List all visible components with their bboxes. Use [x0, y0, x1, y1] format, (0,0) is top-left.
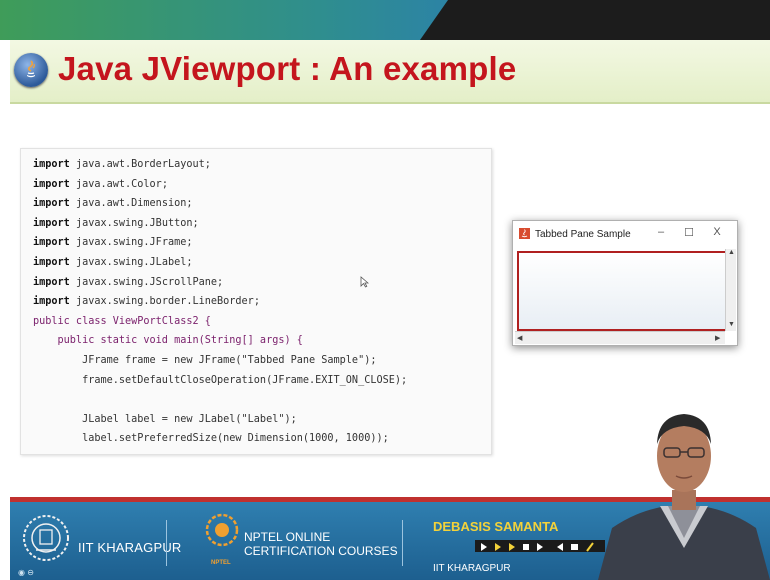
cursor-icon — [360, 276, 369, 288]
code-text: java.awt.BorderLayout; — [69, 159, 211, 170]
close-button[interactable]: X — [709, 226, 725, 238]
nptel-line2: CERTIFICATION COURSES — [244, 544, 398, 558]
code-keyword: import — [33, 159, 70, 170]
maximize-button[interactable]: ☐ — [681, 226, 697, 239]
code-line: import java.awt.Color; — [33, 179, 168, 190]
code-line: import javax.swing.JLabel; — [33, 257, 192, 268]
code-text: javax.swing.JFrame; — [69, 237, 193, 249]
code-keyword: import — [33, 257, 70, 268]
nptel-course-label: NPTEL ONLINE CERTIFICATION COURSES — [244, 530, 398, 558]
code-keyword: import — [33, 237, 70, 249]
footer-mini-controls: ◉ ⊖ — [18, 568, 34, 577]
code-line: import java.awt.BorderLayout; — [33, 159, 211, 170]
code-text: java.awt.Dimension; — [69, 198, 193, 210]
top-banner — [0, 0, 770, 40]
horizontal-scrollbar[interactable]: ◀ ▶ — [515, 331, 725, 344]
code-line: label.setPreferredSize(new Dimension(100… — [33, 433, 389, 444]
nptel-line1: NPTEL ONLINE — [244, 530, 331, 544]
code-keyword: import — [33, 198, 70, 210]
viewport-label-area — [517, 251, 727, 331]
window-title: Tabbed Pane Sample — [535, 229, 631, 240]
code-text: label.setPreferredSize(new Dimension(100… — [33, 433, 389, 445]
code-block: import java.awt.BorderLayout; import java… — [20, 148, 492, 455]
java-window[interactable]: Tabbed Pane Sample – ☐ X ▲ ▼ ◀ ▶ — [512, 220, 738, 346]
speaker-institute: IIT KHARAGPUR — [433, 563, 511, 574]
footer-divider — [166, 520, 167, 566]
code-text: javax.swing.border.LineBorder; — [69, 296, 260, 308]
code-line: import javax.swing.JScrollPane; — [33, 277, 223, 288]
window-titlebar[interactable]: Tabbed Pane Sample – ☐ X — [513, 221, 737, 247]
code-keyword: import — [33, 276, 70, 288]
code-text: public class ViewPortClass2 { — [33, 315, 211, 327]
nptel-small-label: NPTEL — [211, 560, 231, 566]
code-text: JLabel label = new JLabel("Label"); — [33, 413, 297, 425]
iit-logo-icon — [23, 515, 69, 561]
footer-icon-strip — [475, 540, 605, 552]
code-line: import javax.swing.JFrame; — [33, 237, 192, 248]
code-line: frame.setDefaultCloseOperation(JFrame.EX… — [33, 375, 407, 386]
code-text: public static void main(String[] args) { — [33, 335, 303, 347]
scroll-left-icon[interactable]: ◀ — [517, 334, 522, 342]
code-text: javax.swing.JScrollPane; — [69, 276, 224, 288]
scroll-down-icon[interactable]: ▼ — [728, 321, 735, 328]
code-line: import javax.swing.border.LineBorder; — [33, 296, 260, 307]
scroll-up-icon[interactable]: ▲ — [728, 249, 735, 256]
code-line: public class ViewPortClass2 { — [33, 316, 211, 327]
presenter-photo — [598, 414, 770, 580]
vertical-scrollbar[interactable]: ▲ ▼ — [725, 249, 736, 331]
top-banner-teal — [0, 0, 455, 40]
slide-title: Java JViewport : An example — [58, 50, 517, 87]
minimize-button[interactable]: – — [653, 226, 669, 238]
code-text: javax.swing.JButton; — [69, 217, 199, 229]
top-banner-dark — [420, 0, 770, 40]
nptel-logo-icon — [205, 513, 239, 547]
code-text: frame.setDefaultCloseOperation(JFrame.EX… — [33, 374, 408, 386]
code-keyword: import — [33, 296, 70, 308]
java-logo-icon — [14, 53, 48, 87]
code-keyword: import — [33, 178, 70, 190]
code-line: import javax.swing.JButton; — [33, 218, 199, 229]
code-line: import java.awt.Dimension; — [33, 198, 192, 209]
code-keyword: import — [33, 217, 70, 229]
code-line: JFrame frame = new JFrame("Tabbed Pane S… — [33, 355, 376, 366]
scroll-right-icon[interactable]: ▶ — [715, 334, 720, 342]
code-line: JLabel label = new JLabel("Label"); — [33, 414, 297, 425]
code-line: public static void main(String[] args) { — [33, 335, 303, 346]
code-text: java.awt.Color; — [69, 178, 168, 190]
footer-divider — [402, 520, 403, 566]
window-app-icon — [519, 228, 530, 239]
speaker-name: DEBASIS SAMANTA — [433, 519, 559, 534]
code-text: javax.swing.JLabel; — [69, 257, 193, 268]
footer-icons — [481, 542, 594, 552]
code-text: JFrame frame = new JFrame("Tabbed Pane S… — [33, 355, 377, 366]
